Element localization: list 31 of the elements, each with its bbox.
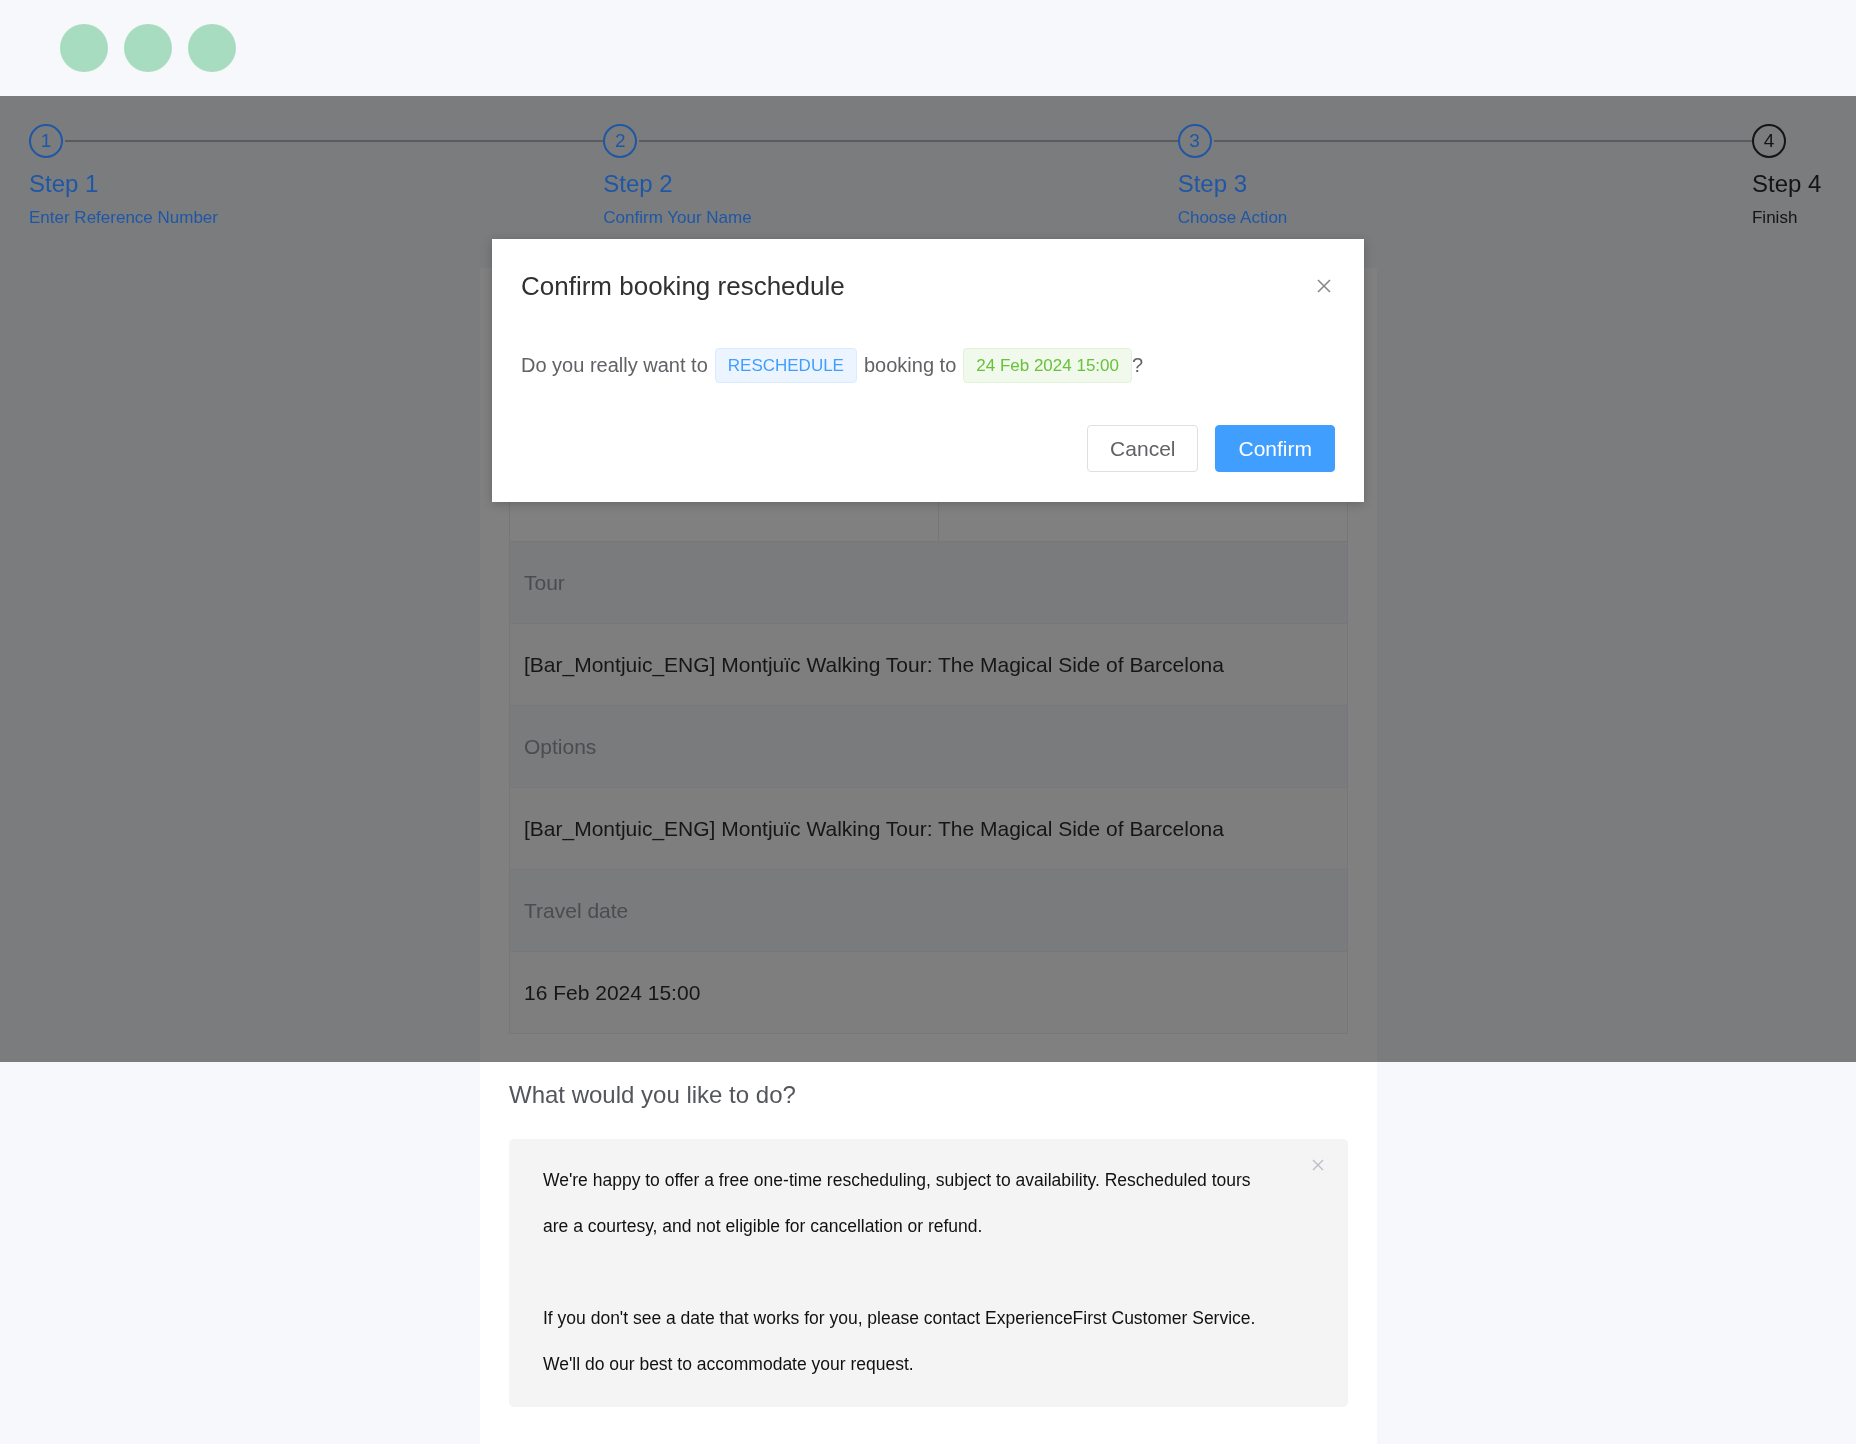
close-icon[interactable] <box>1316 278 1332 294</box>
step-description: Confirm Your Name <box>603 208 752 228</box>
notice-text: are a courtesy, and not eligible for cancellation or refund. <box>543 1215 983 1238</box>
step-title: Step 1 <box>29 170 99 198</box>
step-title: Step 3 <box>1177 170 1248 198</box>
date-tag: 24 Feb 2024 15:00 <box>963 347 1132 383</box>
section-heading: What would you like to do? <box>509 1080 797 1110</box>
window-dot-icon <box>124 24 172 72</box>
notice-text: We'll do our best to accommodate your request. <box>543 1353 914 1376</box>
window-dot-icon <box>188 24 236 72</box>
step-number: 2 <box>603 124 638 158</box>
step-title: Step 4 <box>1752 170 1822 198</box>
action-tag: RESCHEDULE <box>714 347 857 383</box>
step-description: Enter Reference Number <box>29 208 218 228</box>
step-number: 1 <box>29 124 63 158</box>
dialog-text: booking to <box>863 353 957 377</box>
field-value: [Bar_Montjuic_ENG] Montjuïc Walking Tour: The Magical Side of Barcelona <box>524 652 1224 677</box>
window-dot-icon <box>60 24 108 72</box>
cancel-button[interactable]: Cancel <box>1087 425 1199 472</box>
dialog-title: Confirm booking reschedule <box>521 270 845 302</box>
step-number: 4 <box>1752 124 1786 158</box>
dialog-text: ? <box>1132 353 1144 377</box>
field-value: [Bar_Montjuic_ENG] Montjuïc Walking Tour: The Magical Side of Barcelona <box>524 816 1224 841</box>
step-number: 3 <box>1177 124 1212 158</box>
step-description: Choose Action <box>1177 208 1288 228</box>
notice-text: If you don't see a date that works for you, please contact ExperienceFirst Customer Service. <box>543 1307 1256 1330</box>
step-description: Finish <box>1752 208 1798 228</box>
notice-text: We're happy to offer a free one-time rescheduling, subject to availability. Rescheduled tours <box>543 1169 1251 1192</box>
step-title: Step 2 <box>603 170 673 198</box>
dialog-text: Do you really want to <box>521 353 708 377</box>
field-value: 16 Feb 2024 15:00 <box>524 980 701 1005</box>
